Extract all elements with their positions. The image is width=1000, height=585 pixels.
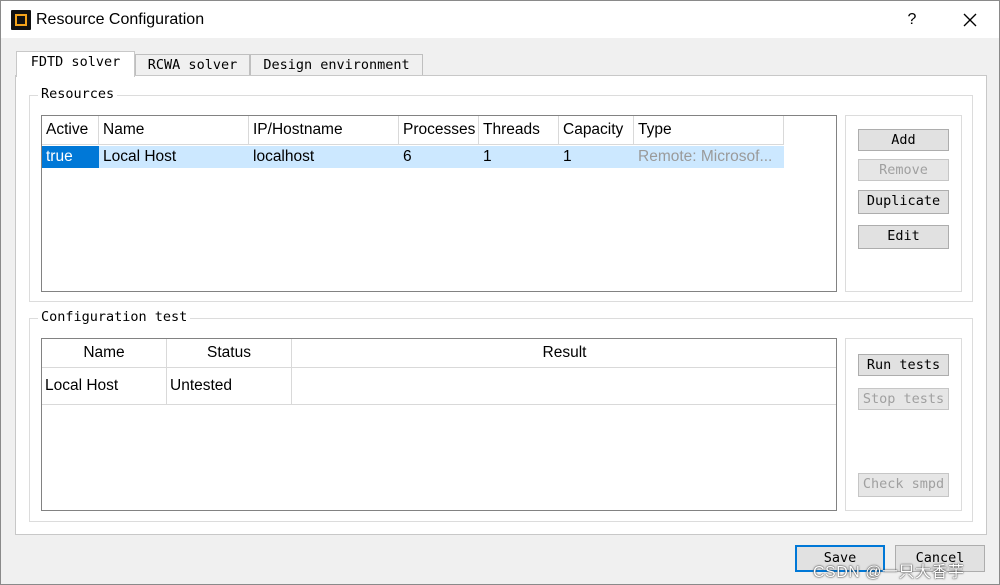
close-icon <box>963 13 977 27</box>
column-header-test-name[interactable]: Name <box>42 339 167 368</box>
column-header-name[interactable]: Name <box>99 116 249 145</box>
configuration-test-group: Configuration test Name Status Result Lo… <box>29 309 973 522</box>
watermark-text: CSDN @一只大香芋 <box>813 564 965 581</box>
title-bar: Resource Configuration ? <box>1 1 999 38</box>
test-cell-status[interactable]: Untested <box>167 368 292 405</box>
tab-rcwa-solver[interactable]: RCWA solver <box>135 54 250 77</box>
stop-tests-button[interactable]: Stop tests <box>858 388 949 410</box>
cell-capacity[interactable]: 1 <box>559 146 634 168</box>
cell-active[interactable]: true <box>42 146 99 168</box>
column-header-type[interactable]: Type <box>634 116 784 145</box>
help-button[interactable]: ? <box>897 5 927 35</box>
cell-name[interactable]: Local Host <box>99 146 249 168</box>
cell-threads[interactable]: 1 <box>479 146 559 168</box>
column-header-hostname[interactable]: IP/Hostname <box>249 116 399 145</box>
resources-group-title: Resources <box>38 86 118 102</box>
cell-type[interactable]: Remote: Microsof... <box>634 146 784 168</box>
resources-table[interactable]: Active Name IP/Hostname Processes Thread… <box>41 115 837 292</box>
column-header-status[interactable]: Status <box>167 339 292 368</box>
tab-design-environment[interactable]: Design environment <box>250 54 423 77</box>
cell-hostname[interactable]: localhost <box>249 146 399 168</box>
run-tests-button[interactable]: Run tests <box>858 354 949 376</box>
column-header-capacity[interactable]: Capacity <box>559 116 634 145</box>
remove-button[interactable]: Remove <box>858 159 949 181</box>
duplicate-button[interactable]: Duplicate <box>858 190 949 214</box>
configuration-test-group-title: Configuration test <box>38 309 191 325</box>
test-buttons-panel: Run tests Stop tests Check smpd <box>845 338 962 511</box>
app-icon <box>11 10 31 30</box>
test-cell-result[interactable] <box>292 368 836 405</box>
column-header-processes[interactable]: Processes <box>399 116 479 145</box>
resource-configuration-dialog: Resource Configuration ? FDTD solver RCW… <box>0 0 1000 585</box>
check-smpd-button[interactable]: Check smpd <box>858 473 949 497</box>
tab-pane-fdtd: Resources Active Name IP/Hostname Proces… <box>15 75 987 535</box>
resource-buttons-panel: Add Remove Duplicate Edit <box>845 115 962 292</box>
column-header-threads[interactable]: Threads <box>479 116 559 145</box>
add-button[interactable]: Add <box>858 129 949 151</box>
window-title: Resource Configuration <box>36 11 205 28</box>
configuration-test-table[interactable]: Name Status Result Local Host Untested <box>41 338 837 511</box>
edit-button[interactable]: Edit <box>858 225 949 249</box>
close-button[interactable] <box>953 5 987 35</box>
cell-processes[interactable]: 6 <box>399 146 479 168</box>
test-cell-name[interactable]: Local Host <box>42 368 167 405</box>
column-header-result[interactable]: Result <box>292 339 836 368</box>
table-row[interactable]: true Local Host localhost 6 1 1 Remote: … <box>42 146 784 168</box>
tab-fdtd-solver[interactable]: FDTD solver <box>16 51 135 77</box>
column-header-active[interactable]: Active <box>42 116 99 145</box>
resources-group: Resources Active Name IP/Hostname Proces… <box>29 86 973 302</box>
